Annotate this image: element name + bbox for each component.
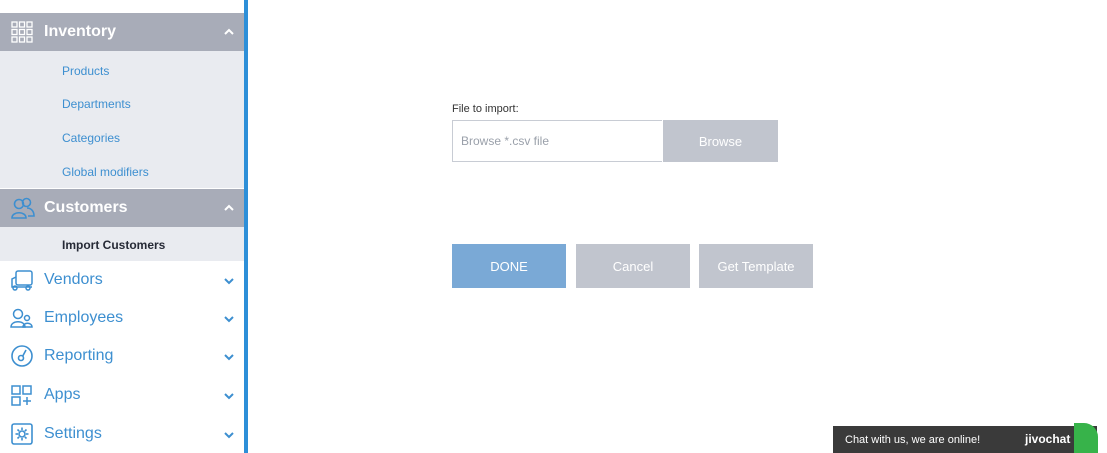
chevron-down-icon — [222, 312, 236, 324]
sidebar-item-vendors[interactable]: Vendors — [0, 261, 244, 299]
browse-button[interactable]: Browse — [663, 120, 778, 162]
chevron-down-icon — [222, 389, 236, 401]
employees-icon — [10, 307, 34, 329]
chevron-down-icon — [222, 428, 236, 440]
done-button[interactable]: DONE — [452, 244, 566, 288]
cancel-button[interactable]: Cancel — [576, 244, 690, 288]
chat-widget[interactable]: Chat with us, we are online! jivochat — [833, 426, 1097, 453]
sidebar-item-departments[interactable]: Departments — [62, 97, 131, 111]
customers-submenu: Import Customers — [0, 227, 244, 261]
sidebar-item-products[interactable]: Products — [62, 64, 109, 78]
users-icon — [11, 197, 35, 219]
sidebar-item-settings[interactable]: Settings — [0, 415, 244, 453]
sidebar-item-employees[interactable]: Employees — [0, 299, 244, 337]
chat-online-badge[interactable] — [1074, 423, 1098, 453]
file-path-input[interactable] — [452, 120, 662, 162]
chat-brand-logo: jivochat — [1025, 432, 1071, 446]
sidebar-item-label: Apps — [44, 386, 81, 403]
grid-icon — [11, 21, 33, 43]
sidebar-item-label: Employees — [44, 309, 124, 326]
sidebar-item-label: Reporting — [44, 347, 114, 364]
inventory-submenu: Products Departments Categories Global m… — [0, 51, 244, 188]
get-template-button[interactable]: Get Template — [699, 244, 813, 288]
sidebar-item-global-modifiers[interactable]: Global modifiers — [62, 165, 149, 179]
chevron-down-icon — [222, 274, 236, 286]
truck-icon — [10, 269, 34, 291]
gear-icon — [10, 423, 34, 445]
chevron-down-icon — [222, 350, 236, 362]
chat-status-text: Chat with us, we are online! — [845, 434, 981, 446]
sidebar-item-categories[interactable]: Categories — [62, 131, 120, 145]
sidebar-item-import-customers[interactable]: Import Customers — [62, 238, 165, 252]
sidebar-scrollbar[interactable] — [244, 0, 248, 453]
gauge-icon — [10, 345, 34, 367]
apps-icon — [10, 384, 34, 406]
sidebar-item-label: Vendors — [44, 271, 103, 288]
sidebar-section-inventory[interactable]: Inventory — [0, 13, 244, 51]
sidebar-section-customers[interactable]: Customers — [0, 189, 244, 227]
sidebar-item-apps[interactable]: Apps — [0, 376, 244, 414]
chevron-up-icon — [222, 201, 236, 215]
sidebar-section-label: Inventory — [44, 23, 117, 40]
sidebar-item-reporting[interactable]: Reporting — [0, 337, 244, 375]
sidebar-item-label: Settings — [44, 425, 102, 442]
chevron-up-icon — [222, 25, 236, 39]
sidebar-section-label: Customers — [44, 199, 128, 216]
file-to-import-label: File to import: — [452, 103, 519, 115]
sidebar: Inventory Products Departments Categorie… — [0, 0, 244, 453]
